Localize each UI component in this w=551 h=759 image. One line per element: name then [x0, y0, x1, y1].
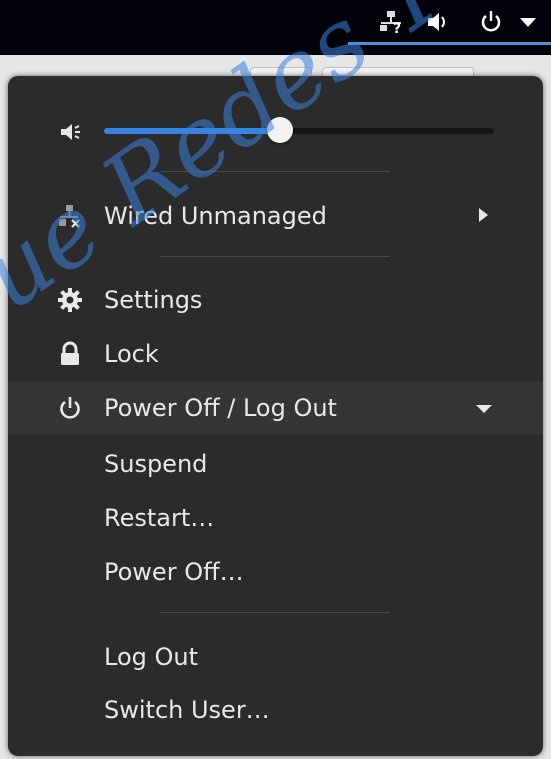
power-off-item[interactable]: Power Off… [8, 546, 543, 598]
volume-slider-fill [104, 128, 280, 134]
network-row[interactable]: Wired Unmanaged [8, 190, 543, 242]
log-out-label: Log Out [104, 643, 199, 671]
power-off-label: Power Off… [104, 558, 244, 586]
lock-item[interactable]: Lock [8, 328, 543, 380]
lock-icon [56, 340, 84, 368]
settings-label: Settings [104, 286, 203, 314]
topbar-accent-line [348, 42, 551, 45]
power-icon [56, 394, 84, 422]
chevron-down-icon[interactable] [518, 8, 538, 36]
network-wired-disconnected-icon [56, 202, 84, 230]
top-bar: ? [0, 0, 551, 55]
separator [160, 256, 390, 257]
log-out-item[interactable]: Log Out [8, 631, 543, 683]
volume-slider[interactable] [104, 117, 494, 143]
gear-icon [56, 286, 84, 314]
volume-slider-handle[interactable] [266, 117, 293, 143]
power-off-log-out-item[interactable]: Power Off / Log Out [8, 382, 543, 434]
chevron-down-icon [474, 394, 494, 422]
separator [160, 171, 390, 172]
volume-status-icon[interactable] [425, 8, 451, 36]
suspend-label: Suspend [104, 450, 208, 478]
chevron-right-icon [476, 202, 490, 230]
switch-user-label: Switch User… [104, 696, 270, 724]
settings-item[interactable]: Settings [8, 274, 543, 326]
switch-user-item[interactable]: Switch User… [8, 684, 543, 736]
svg-text:?: ? [393, 21, 401, 35]
restart-label: Restart… [104, 504, 215, 532]
restart-item[interactable]: Restart… [8, 492, 543, 544]
power-status-icon[interactable] [478, 8, 504, 36]
speaker-icon[interactable] [56, 118, 84, 146]
network-label: Wired Unmanaged [104, 202, 327, 230]
separator [160, 612, 390, 613]
power-label: Power Off / Log Out [104, 394, 337, 422]
suspend-item[interactable]: Suspend [8, 438, 543, 490]
system-menu: Wired Unmanaged Settings Lock Power Off … [8, 76, 543, 756]
network-status-icon[interactable]: ? [378, 8, 404, 36]
lock-label: Lock [104, 340, 159, 368]
